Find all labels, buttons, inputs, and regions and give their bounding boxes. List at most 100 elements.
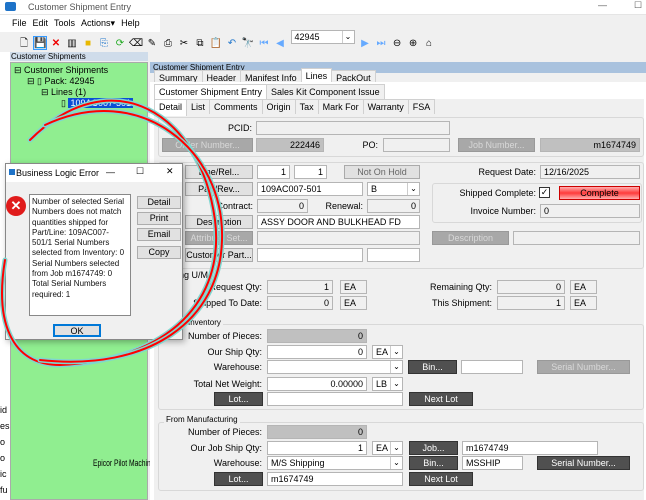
po-field[interactable]	[383, 138, 450, 152]
mfg-qty-um[interactable]: EA ⌄	[372, 441, 403, 455]
inv-lot-field[interactable]	[267, 392, 403, 406]
tab-tax[interactable]: Tax	[294, 99, 319, 114]
pcid-field[interactable]	[256, 121, 450, 135]
customer-part-field[interactable]	[257, 248, 363, 262]
part-field[interactable]: 109AC007-501	[257, 182, 363, 196]
forward-icon[interactable]: ⊕	[406, 37, 420, 51]
menu-help[interactable]: Help	[121, 18, 140, 28]
print-button[interactable]: Print	[137, 212, 181, 225]
cut-icon[interactable]: ✂	[177, 37, 191, 51]
edit-icon[interactable]: ✎	[145, 37, 159, 51]
rev-combo[interactable]: B ⌄	[367, 182, 420, 196]
tree-root[interactable]: ⊟ Customer Shipments	[14, 65, 108, 76]
description-button-2[interactable]: Description	[432, 231, 509, 245]
undo-icon[interactable]: ↶	[225, 37, 239, 51]
attach-icon[interactable]: ⎘	[97, 37, 111, 51]
dialog-maximize-button[interactable]: ☐	[136, 166, 144, 177]
refresh-icon[interactable]: ⟳	[113, 37, 127, 51]
print-icon[interactable]: ⎙	[161, 37, 175, 51]
minimize-button[interactable]: —	[598, 0, 607, 10]
email-button[interactable]: Email	[137, 228, 181, 241]
note-icon[interactable]: ■	[81, 37, 95, 51]
mfg-next-lot-button[interactable]: Next Lot	[409, 472, 473, 486]
inv-ship-qty-field[interactable]: 0	[267, 345, 367, 359]
rel-field[interactable]: 1	[294, 165, 327, 179]
delete-icon[interactable]: ✕	[49, 37, 63, 51]
tab-detail[interactable]: Detail	[154, 99, 188, 116]
record-selector[interactable]: 42945 ⌄	[290, 30, 355, 44]
chevron-down-icon[interactable]: ⌄	[407, 183, 419, 195]
tree-lines[interactable]: ⊟ Lines (1)	[41, 87, 86, 98]
not-on-hold-button[interactable]: Not On Hold	[344, 165, 420, 179]
part-rev-button[interactable]: Part/Rev...	[185, 182, 253, 196]
line-field[interactable]: 1	[257, 165, 290, 179]
copy-button[interactable]: Copy	[137, 246, 181, 259]
last-record-icon[interactable]: ⏭	[374, 37, 388, 51]
request-date-field[interactable]: 12/16/2025	[540, 165, 640, 179]
chevron-down-icon[interactable]: ⌄	[390, 457, 402, 469]
mfg-job-button[interactable]: Job...	[409, 441, 458, 455]
detail-button[interactable]: Detail	[137, 196, 181, 209]
attribute-set-button[interactable]: Attribute Set...	[185, 231, 253, 245]
menu-edit[interactable]: Edit	[33, 18, 49, 28]
next-record-icon[interactable]: ▶	[358, 37, 372, 51]
chevron-down-icon[interactable]: ⌄	[341, 31, 354, 43]
book-icon[interactable]: ▥	[65, 37, 79, 51]
eraser-icon[interactable]: ⌫	[129, 37, 143, 51]
dialog-close-button[interactable]: ✕	[166, 166, 174, 177]
order-number-button[interactable]: Order Number...	[162, 138, 253, 152]
menu-tools[interactable]: Tools	[54, 18, 75, 28]
paste-icon[interactable]: 📋	[209, 37, 223, 51]
mfg-job-field[interactable]: m1674749	[462, 441, 598, 455]
mfg-lot-button[interactable]: Lot...	[214, 472, 263, 486]
complete-button[interactable]: Complete	[559, 186, 640, 200]
tab-origin[interactable]: Origin	[261, 99, 296, 114]
shipped-complete-checkbox[interactable]: ✓	[539, 187, 550, 198]
chevron-down-icon[interactable]: ⌄	[390, 442, 402, 454]
weight-um[interactable]: LB ⌄	[372, 377, 403, 391]
inv-serial-number-button[interactable]: Serial Number...	[537, 360, 630, 374]
customer-part-button[interactable]: Customer Part...	[185, 248, 253, 262]
total-net-weight-field[interactable]: 0.00000	[267, 377, 367, 391]
inv-lot-button[interactable]: Lot...	[214, 392, 263, 406]
chevron-down-icon[interactable]: ⌄	[390, 378, 402, 390]
save-icon[interactable]: 💾	[33, 36, 47, 50]
inv-warehouse-combo[interactable]: ⌄	[267, 360, 403, 374]
inv-bin-field[interactable]	[461, 360, 523, 374]
inv-ship-qty-um[interactable]: EA ⌄	[372, 345, 403, 359]
tree-pack[interactable]: ⊟ ▯ Pack: 42945	[27, 76, 95, 87]
job-number-button[interactable]: Job Number...	[458, 138, 535, 152]
inv-next-lot-button[interactable]: Next Lot	[409, 392, 473, 406]
tab-warranty[interactable]: Warranty	[362, 99, 409, 114]
customer-part-rev-field[interactable]	[367, 248, 420, 262]
new-icon[interactable]: 🗋	[17, 37, 31, 51]
mfg-warehouse-combo[interactable]: M/S Shipping ⌄	[267, 456, 403, 470]
back-icon[interactable]: ⊖	[390, 37, 404, 51]
inv-bin-button[interactable]: Bin...	[408, 360, 457, 374]
description-button[interactable]: Description	[185, 215, 253, 229]
mfg-bin-button[interactable]: Bin...	[409, 456, 458, 470]
copy-icon[interactable]: ⧉	[193, 37, 207, 51]
home-icon[interactable]: ⌂	[422, 37, 436, 51]
menu-actions[interactable]: Actions▾	[81, 18, 115, 28]
chevron-down-icon[interactable]: ⌄	[390, 346, 402, 358]
tab-sales-kit[interactable]: Sales Kit Component Issue	[266, 84, 385, 99]
mfg-job-ship-qty-field[interactable]: 1	[267, 441, 367, 455]
tree-line-item[interactable]: ▯ 109AC007-501	[61, 98, 134, 109]
ok-button[interactable]: OK	[53, 324, 101, 337]
prev-record-icon[interactable]: ◀	[273, 37, 287, 51]
mfg-lot-field[interactable]: m1674749	[267, 472, 403, 486]
line-rel-button[interactable]: Line/Rel...	[185, 165, 253, 179]
tab-comments[interactable]: Comments	[209, 99, 263, 114]
description-field[interactable]: ASSY DOOR AND BULKHEAD FD	[257, 215, 420, 229]
chevron-down-icon[interactable]: ⌄	[390, 361, 402, 373]
dialog-minimize-button[interactable]: —	[106, 167, 115, 177]
menu-file[interactable]: File	[12, 18, 27, 28]
tab-mark-for[interactable]: Mark For	[317, 99, 364, 114]
maximize-button[interactable]: ☐	[634, 0, 642, 11]
first-record-icon[interactable]: ⏮	[257, 37, 271, 51]
mfg-serial-number-button[interactable]: Serial Number...	[537, 456, 630, 470]
search-icon[interactable]: 🔭	[241, 37, 255, 51]
tab-fsa[interactable]: FSA	[407, 99, 436, 114]
mfg-bin-field[interactable]: MSSHIP	[462, 456, 523, 470]
